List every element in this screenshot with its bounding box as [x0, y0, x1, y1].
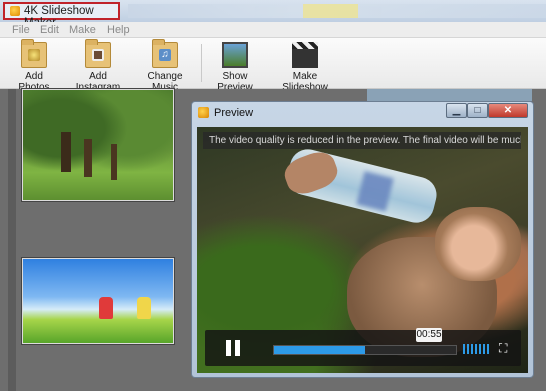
time-tooltip: 00:55: [416, 328, 442, 342]
menu-bar: File Edit Make Help: [0, 22, 546, 38]
menu-make[interactable]: Make: [69, 24, 96, 36]
preview-window: Preview ▁ □ ✕ The video quality is reduc…: [191, 101, 534, 378]
change-music-button[interactable]: ♫ Change Music: [136, 39, 194, 93]
clapperboard-icon: [292, 42, 318, 68]
toolbar-separator: [201, 44, 202, 82]
video-frame: The video quality is reduced in the prev…: [197, 127, 528, 373]
maximize-button[interactable]: □: [467, 103, 488, 118]
fullscreen-icon[interactable]: ⛶: [499, 342, 511, 354]
minimize-button[interactable]: ▁: [446, 103, 467, 118]
toolbar: Add Photos Add Instagram ♫ Change Music …: [0, 38, 546, 93]
background-thumbnail: [367, 89, 532, 101]
photo-folder-icon: [21, 39, 47, 68]
app-title-box: 4K Slideshow Maker: [3, 2, 120, 29]
menu-edit[interactable]: Edit: [40, 24, 59, 36]
pause-icon[interactable]: [223, 338, 243, 358]
show-preview-button[interactable]: Show Preview: [206, 42, 264, 93]
add-photos-button[interactable]: Add Photos: [10, 39, 58, 93]
instagram-folder-icon: [85, 39, 111, 68]
volume-icon[interactable]: [463, 344, 491, 354]
menu-file[interactable]: File: [12, 24, 30, 36]
preview-title: Preview: [214, 107, 254, 119]
left-gutter: [8, 89, 16, 391]
seek-progress: [274, 346, 365, 354]
close-button[interactable]: ✕: [488, 103, 528, 118]
photo-thumbnail[interactable]: [22, 258, 174, 344]
seek-bar[interactable]: 00:55: [273, 328, 457, 355]
preview-icon: [222, 42, 248, 68]
highlight-region: [303, 4, 358, 18]
music-folder-icon: ♫: [152, 39, 178, 68]
photo-thumbnail[interactable]: [22, 89, 174, 201]
make-slideshow-button[interactable]: Make Slideshow: [272, 42, 338, 93]
app-icon: [10, 6, 20, 16]
blur-patch: [356, 171, 394, 212]
playback-controls: 00:55 ⛶: [205, 328, 521, 366]
title-bar: 4K Slideshow Maker: [0, 0, 546, 29]
blurred-toolbar-strip: [128, 4, 546, 18]
preview-window-icon: [198, 107, 209, 118]
quality-notice: The video quality is reduced in the prev…: [203, 132, 521, 149]
menu-help[interactable]: Help: [107, 24, 130, 36]
add-instagram-button[interactable]: Add Instagram: [67, 39, 129, 93]
